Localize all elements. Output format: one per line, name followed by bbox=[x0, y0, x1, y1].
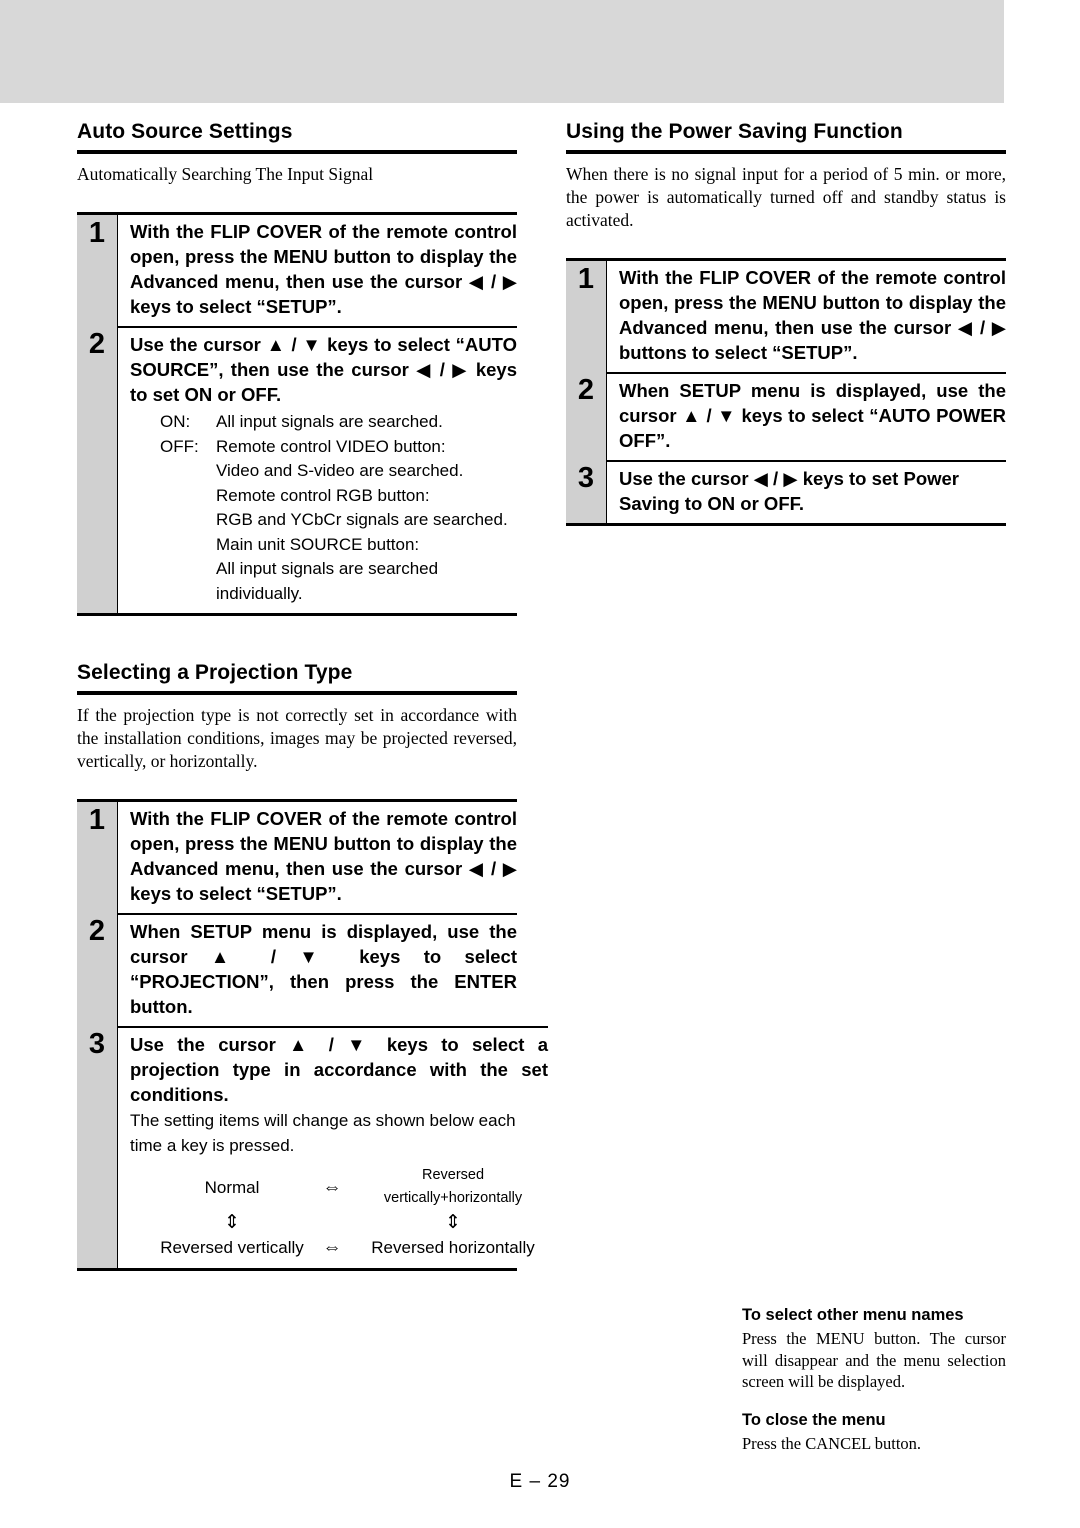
step-number: 1 bbox=[88, 804, 106, 836]
step-body: When SETUP menu is displayed, use the cu… bbox=[606, 372, 1006, 460]
projection-type-cycle-diagram: Normal ⇔ Reversed vertically+horizontall… bbox=[130, 1164, 548, 1259]
step-item: 2 Use the cursor ▲ / ▼ keys to select “A… bbox=[77, 326, 517, 613]
cycle-label-normal: Normal bbox=[204, 1177, 260, 1197]
cycle-label-reversed-vertically-horizontally: Reversed vertically+horizontally bbox=[383, 1167, 523, 1206]
step-instruction: With the FLIP COVER of the remote contro… bbox=[130, 808, 517, 904]
heading-rule bbox=[77, 150, 517, 154]
step-item: 1 With the FLIP COVER of the remote cont… bbox=[77, 802, 517, 913]
step-instruction: Use the cursor ◀ / ▶ keys to set Power S… bbox=[619, 468, 959, 514]
step-number: 3 bbox=[577, 462, 595, 494]
step-number: 2 bbox=[88, 915, 106, 947]
page-title: Using the Power Saving Function bbox=[566, 120, 903, 143]
step-list-power-saving: 1 With the FLIP COVER of the remote cont… bbox=[566, 258, 1006, 526]
section-intro-text: When there is no signal input for a peri… bbox=[566, 164, 1006, 230]
definition-subline: All input signals are searched individua… bbox=[216, 559, 439, 603]
note-text-close-the-menu: Press the CANCEL button. bbox=[742, 1433, 922, 1453]
cycle-row-top: Normal ⇔ Reversed vertically+horizontall… bbox=[158, 1164, 548, 1210]
step-item: 1 With the FLIP COVER of the remote cont… bbox=[77, 215, 517, 326]
cycle-label-reversed-horizontally: Reversed horizontally bbox=[371, 1238, 535, 1257]
definition-key: ON: bbox=[160, 412, 191, 431]
section-intro-text: If the projection type is not correctly … bbox=[77, 705, 517, 771]
definition-subline: RGB and YCbCr signals are searched. bbox=[216, 510, 508, 529]
up-down-arrow-icon: ⇕ bbox=[445, 1212, 461, 1233]
step-number: 2 bbox=[577, 374, 595, 406]
step-body: When SETUP menu is displayed, use the cu… bbox=[117, 913, 517, 1026]
heading-rule bbox=[77, 691, 517, 695]
step-body: Use the cursor ◀ / ▶ keys to set Power S… bbox=[606, 460, 1006, 523]
page-title: Auto Source Settings bbox=[77, 120, 293, 143]
step-instruction: Use the cursor ▲ / ▼ keys to select a pr… bbox=[130, 1034, 548, 1105]
page-title: Selecting a Projection Type bbox=[77, 661, 353, 684]
definition-row: ON: All input signals are searched. bbox=[160, 410, 517, 435]
step-list-projection-type: 1 With the FLIP COVER of the remote cont… bbox=[77, 799, 548, 1271]
page-header-band bbox=[0, 0, 1004, 103]
right-column: Using the Power Saving Function When the… bbox=[566, 119, 1006, 526]
definition-subline: Main unit SOURCE button: bbox=[216, 534, 420, 554]
note-heading-select-other-menu-names: To select other menu names bbox=[742, 1306, 964, 1324]
page-number: E – 29 bbox=[509, 1471, 571, 1492]
left-right-arrow-icon: ⇔ bbox=[322, 1237, 342, 1258]
step-instruction: Use the cursor ▲ / ▼ keys to select “AUT… bbox=[130, 334, 517, 405]
note-text-select-other-menu-names: Press the MENU button. The cursor will d… bbox=[742, 1329, 1006, 1391]
step-body: With the FLIP COVER of the remote contro… bbox=[117, 215, 517, 326]
step-body: With the FLIP COVER of the remote contro… bbox=[606, 261, 1006, 372]
step-item: 2 When SETUP menu is displayed, use the … bbox=[566, 372, 1006, 460]
cycle-row-arrows: ⇕ ⇕ bbox=[158, 1210, 548, 1236]
step-number: 2 bbox=[88, 328, 106, 360]
step-number: 1 bbox=[577, 263, 595, 295]
definition-key: OFF: bbox=[160, 436, 199, 456]
up-down-arrow-icon: ⇕ bbox=[224, 1212, 240, 1233]
page-content: Auto Source Settings Automatically Searc… bbox=[0, 103, 1080, 1528]
menu-notes-block: To select other menu names Press the MEN… bbox=[742, 1305, 1006, 1454]
step-number: 1 bbox=[88, 217, 106, 249]
left-right-arrow-icon: ⇔ bbox=[322, 1176, 342, 1198]
definition-subline: Remote control RGB button: bbox=[216, 485, 430, 505]
cycle-row-bottom: Reversed vertically ⇔ Reversed horizonta… bbox=[158, 1236, 548, 1259]
step-item: 2 When SETUP menu is displayed, use the … bbox=[77, 913, 517, 1026]
step-list-auto-source: 1 With the FLIP COVER of the remote cont… bbox=[77, 212, 517, 616]
step-instruction: With the FLIP COVER of the remote contro… bbox=[130, 221, 517, 317]
step-instruction: When SETUP menu is displayed, use the cu… bbox=[130, 921, 517, 1017]
left-column: Auto Source Settings Automatically Searc… bbox=[77, 119, 548, 1271]
section-intro-text: Automatically Searching The Input Signal bbox=[77, 164, 374, 184]
step-body: Use the cursor ▲ / ▼ keys to select a pr… bbox=[117, 1026, 548, 1268]
definition-value: Remote control VIDEO button: bbox=[216, 436, 446, 456]
step-item: 1 With the FLIP COVER of the remote cont… bbox=[566, 261, 1006, 372]
definition-row: OFF: Remote control VIDEO button: bbox=[160, 435, 517, 460]
step-item: 3 Use the cursor ◀ / ▶ keys to set Power… bbox=[566, 460, 1006, 523]
step-number: 3 bbox=[88, 1028, 106, 1060]
note-heading-close-the-menu: To close the menu bbox=[742, 1410, 886, 1429]
step-body: With the FLIP COVER of the remote contro… bbox=[117, 802, 517, 913]
step-instruction: With the FLIP COVER of the remote contro… bbox=[619, 267, 1006, 363]
cycle-label-reversed-vertically: Reversed vertically bbox=[160, 1238, 304, 1257]
option-definitions: ON: All input signals are searched. OFF:… bbox=[130, 410, 517, 606]
definition-value: All input signals are searched. bbox=[216, 412, 443, 431]
definition-subline: Video and S-video are searched. bbox=[216, 461, 464, 480]
step-instruction: When SETUP menu is displayed, use the cu… bbox=[619, 380, 1006, 451]
section-selecting-projection-type: Selecting a Projection Type If the proje… bbox=[77, 660, 548, 1271]
step-item: 3 Use the cursor ▲ / ▼ keys to select a … bbox=[77, 1026, 548, 1268]
step-body: Use the cursor ▲ / ▼ keys to select “AUT… bbox=[117, 326, 517, 613]
section-auto-source-settings: Auto Source Settings Automatically Searc… bbox=[77, 119, 517, 616]
section-power-saving-function: Using the Power Saving Function When the… bbox=[566, 119, 1006, 526]
step-note: The setting items will change as shown b… bbox=[130, 1111, 516, 1155]
heading-rule bbox=[566, 150, 1006, 154]
